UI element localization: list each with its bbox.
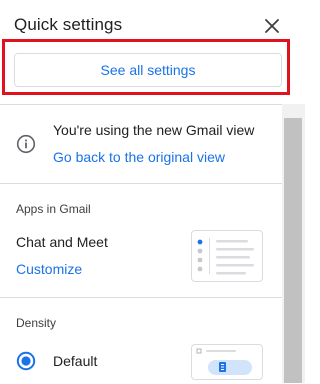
scrollbar-thumb[interactable] bbox=[284, 118, 302, 383]
info-icon bbox=[16, 134, 36, 154]
panel-title: Quick settings bbox=[14, 15, 123, 34]
gmail-view-message: You're using the new Gmail view bbox=[53, 122, 255, 138]
chat-layout-preview[interactable] bbox=[191, 230, 263, 282]
divider bbox=[0, 104, 282, 105]
density-preview-illustration bbox=[196, 348, 252, 375]
original-view-link[interactable]: Go back to the original view bbox=[53, 149, 225, 165]
quick-settings-panel: Quick settings See all settings You're u… bbox=[0, 0, 305, 383]
customize-link[interactable]: Customize bbox=[16, 261, 82, 277]
density-default-radio[interactable] bbox=[16, 351, 36, 371]
divider bbox=[0, 297, 282, 298]
close-button[interactable] bbox=[258, 12, 286, 40]
divider bbox=[0, 183, 282, 184]
close-icon bbox=[265, 19, 279, 33]
apps-section-heading: Apps in Gmail bbox=[16, 202, 91, 216]
see-all-settings-button[interactable]: See all settings bbox=[14, 53, 282, 87]
layout-preview-illustration bbox=[197, 238, 254, 275]
see-all-settings-label: See all settings bbox=[100, 62, 196, 78]
chat-meet-label: Chat and Meet bbox=[16, 234, 108, 250]
density-default-preview[interactable] bbox=[191, 344, 263, 380]
density-default-label: Default bbox=[53, 353, 98, 369]
density-section-heading: Density bbox=[16, 316, 57, 330]
